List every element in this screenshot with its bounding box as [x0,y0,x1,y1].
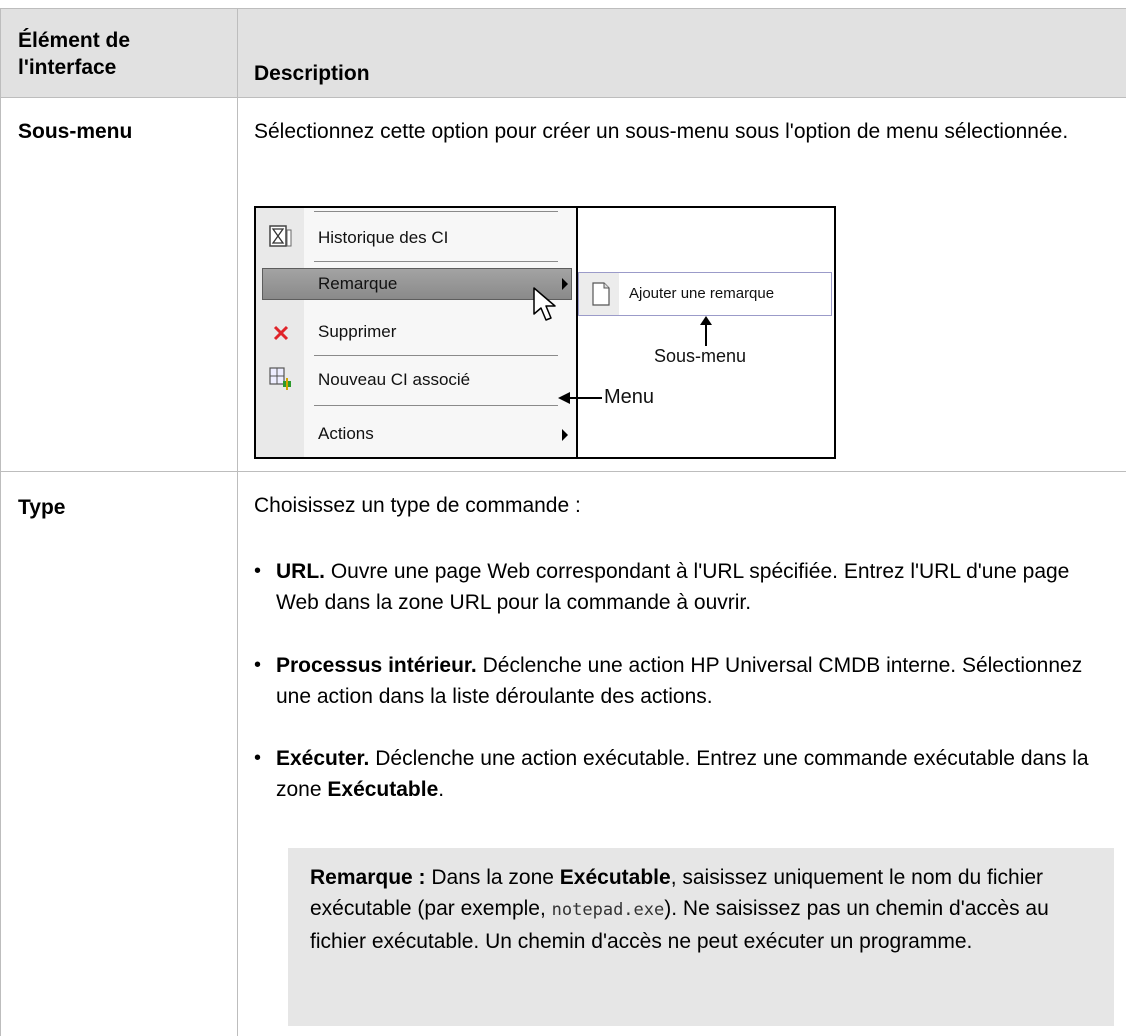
submenu-arrow-icon [562,429,568,441]
menu-item-actions: Actions [318,424,374,443]
bullet-dot: • [254,747,262,769]
context-menu: Historique des CI Remarque Supprimer Nou… [256,208,578,457]
bullet-dot: • [254,560,262,582]
menu-separator [314,261,558,262]
menu-separator [314,211,558,212]
submenu-arrow-icon [562,278,568,290]
menu-separator [314,405,558,406]
menu-item-supprimer: Supprimer [318,322,397,341]
menu-separator [314,355,558,356]
row-intro-type: Choisissez un type de commande : [254,494,581,517]
bullet-executer-end: . [438,778,445,801]
table-left-border [0,8,1,1036]
delete-icon [273,325,289,341]
note-code: notepad.exe [551,900,665,920]
menu-item-historique: Historique des CI [318,228,449,247]
note-icon [592,282,610,306]
up-arrow-icon [700,316,712,346]
bullet-processus: Processus intérieur. Déclenche une actio… [276,650,1096,712]
submenu-panel: Ajouter une remarque [578,272,832,316]
interface-elements-table: Élément de l'interface Description Sous-… [0,0,1126,1036]
header-element-label: Élément de l'interface [18,29,131,79]
submenu-example-image: Historique des CI Remarque Supprimer Nou… [254,206,836,459]
note-text: Remarque : Dans la zone Exécutable, sais… [310,862,1060,957]
header-bottom-border [0,97,1126,98]
history-icon [269,225,292,247]
table-column-divider [237,8,238,1036]
bullet-url: URL. Ouvre une page Web correspondant à … [276,556,1096,618]
new-related-ci-icon [269,367,291,390]
bullet-executer: Exécuter. Déclenche une action exécutabl… [276,743,1096,805]
row-description-sous-menu: Sélectionnez cette option pour créer un … [254,120,1069,143]
header-description-label: Description [254,62,370,85]
row-label-type: Type [18,496,66,519]
row-divider [0,471,1126,472]
menu-item-highlight [262,268,572,300]
annotation-submenu: Sous-menu [654,346,747,366]
annotation-menu: Menu [604,386,655,408]
bullet-executer-bold: Exécutable [327,778,439,801]
note-label: Remarque : [310,866,426,889]
bullet-dot: • [254,654,262,676]
mouse-cursor-icon [533,287,556,321]
note-bold-executable: Exécutable [559,866,671,889]
bullet-url-term: URL. [276,560,325,583]
submenu-item-ajouter: Ajouter une remarque [629,285,775,302]
bullet-url-text: Ouvre une page Web correspondant à l'URL… [276,560,1070,614]
bullet-processus-term: Processus intérieur. [276,654,477,677]
left-arrow-icon [558,392,602,404]
note-text-1: Dans la zone [431,866,554,889]
menu-item-remarque: Remarque [318,274,398,293]
row-label-sous-menu: Sous-menu [18,120,133,143]
menu-item-nouveau-ci: Nouveau CI associé [318,370,471,389]
bullet-executer-term: Exécuter. [276,747,370,770]
